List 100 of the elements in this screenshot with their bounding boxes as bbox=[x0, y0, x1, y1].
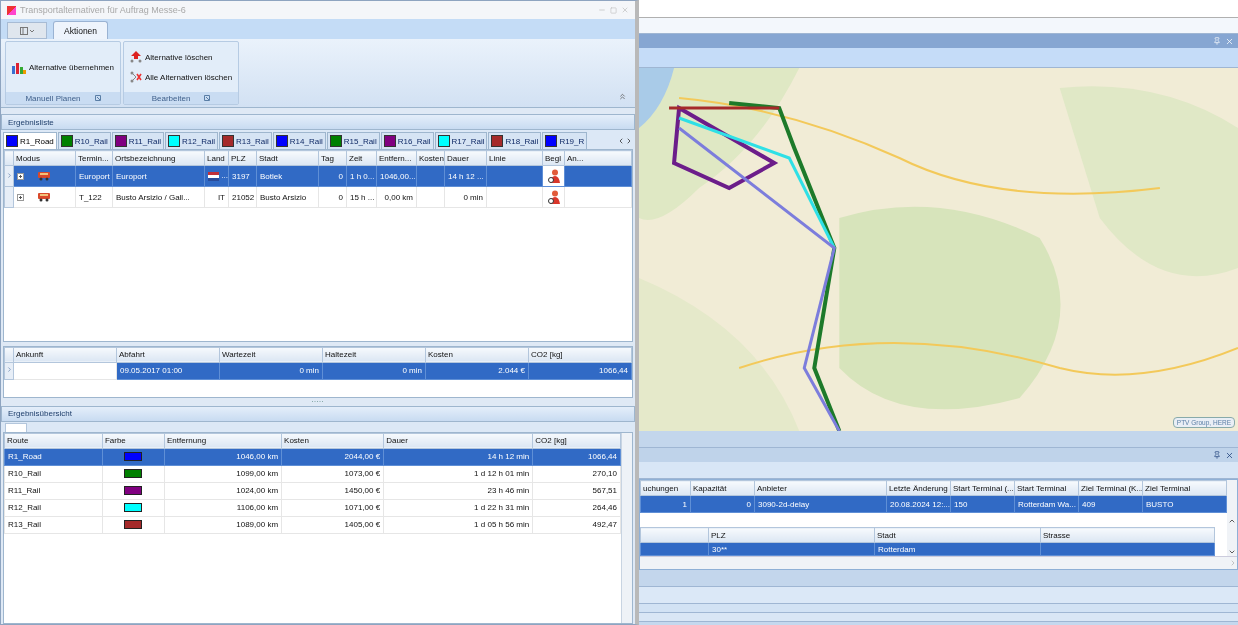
column-header[interactable]: Haltezeit bbox=[322, 347, 426, 362]
table-row[interactable]: R11_Rail 1024,00 km 1450,00 € 23 h 46 min 567,51 bbox=[4, 482, 621, 499]
ribbon-button[interactable]: Alternative übernehmen bbox=[10, 50, 116, 84]
quick-access-button[interactable] bbox=[7, 22, 47, 39]
column-header[interactable]: Modus bbox=[13, 150, 76, 166]
route-tab[interactable]: R18_Rail bbox=[488, 132, 542, 149]
group-label: Bearbeiten bbox=[151, 93, 191, 103]
close-icon[interactable] bbox=[1225, 36, 1234, 46]
column-header[interactable]: Stadt bbox=[874, 527, 1041, 543]
column-header[interactable]: Ortsbezeichnung bbox=[112, 150, 205, 166]
route-tab[interactable]: R12_Rail bbox=[165, 132, 218, 149]
column-header[interactable]: Wartezeit bbox=[219, 347, 323, 362]
tab-label: R12_Rail bbox=[182, 136, 215, 146]
tab-label: R10_Rail bbox=[74, 136, 108, 146]
window-title: Transportalternativen für Auftrag Messe-6 bbox=[20, 5, 187, 15]
column-header[interactable]: Ankunft bbox=[13, 347, 117, 362]
table-row[interactable]: 1 0 3090-2d-delay 20.08.2024 12:... 150 Rotterdam Wa... 409 BUSTO bbox=[640, 495, 1227, 513]
scroll-down-icon[interactable] bbox=[1228, 548, 1236, 556]
ribbon-button[interactable]: Alternative löschen bbox=[127, 50, 235, 64]
app-icon bbox=[7, 5, 16, 15]
scroll-up-icon[interactable] bbox=[1228, 517, 1236, 525]
route-tab[interactable]: R10_Rail bbox=[57, 132, 111, 149]
table-row[interactable]: 09.05.2017 01:00 0 min 0 min 2.044 € 1066,44 bbox=[4, 362, 632, 379]
column-header[interactable]: PLZ bbox=[708, 527, 875, 543]
tab-label: R18_Rail bbox=[505, 136, 539, 146]
splitter-grip-icon[interactable] bbox=[311, 400, 325, 403]
route-tab[interactable]: R19_R bbox=[542, 132, 588, 149]
route-tab[interactable]: R17_Rail bbox=[434, 132, 488, 149]
column-header[interactable]: Abfahrt bbox=[116, 347, 220, 362]
scrollbar[interactable] bbox=[621, 432, 632, 623]
table-row[interactable]: R13_Rail 1089,00 km 1405,00 € 1 d 05 h 56 min 492,47 bbox=[4, 516, 621, 533]
column-header[interactable]: Dauer bbox=[383, 433, 533, 448]
column-header[interactable]: Tag bbox=[318, 150, 347, 166]
tab-label: R19_R bbox=[559, 136, 585, 146]
table-row[interactable]: R12_Rail 1106,00 km 1071,00 € 1 d 22 h 31 min 264,46 bbox=[4, 499, 621, 516]
scrollbar[interactable] bbox=[1227, 480, 1237, 556]
ribbon-tab[interactable]: Aktionen bbox=[53, 21, 109, 39]
expand-icon[interactable] bbox=[17, 193, 24, 201]
column-header[interactable]: Kosten bbox=[281, 433, 384, 448]
column-header[interactable]: CO2 [kg] bbox=[532, 433, 621, 448]
scrollbar[interactable] bbox=[640, 556, 1237, 569]
person-icon bbox=[546, 169, 561, 183]
column-header[interactable]: Ziel Terminal (K... bbox=[1078, 480, 1143, 496]
column-header[interactable]: Stadt bbox=[256, 150, 319, 166]
table-row[interactable]: Europort Europort ... 3197 Botlek 0 1 h 0... 1046,00... 14 h 12 ... bbox=[4, 165, 632, 187]
country-text: ... bbox=[220, 171, 228, 181]
column-header[interactable]: Dauer bbox=[444, 150, 487, 166]
column-header[interactable]: Anbieter bbox=[754, 480, 887, 496]
column-header[interactable]: Farbe bbox=[102, 433, 165, 448]
route-tab[interactable]: R16_Rail bbox=[380, 132, 434, 149]
pin-icon[interactable] bbox=[1213, 37, 1221, 45]
maximize-icon[interactable] bbox=[610, 6, 617, 14]
route-tab[interactable]: R13_Rail bbox=[218, 132, 272, 149]
column-header[interactable]: Letzte Änderung bbox=[886, 480, 951, 496]
column-header[interactable]: Kosten bbox=[416, 150, 445, 166]
table-row[interactable]: R1_Road 1046,00 km 2044,00 € 14 h 12 min 1066,44 bbox=[4, 448, 621, 465]
row-indicator-icon bbox=[5, 366, 13, 373]
route-tab[interactable]: R14_Rail bbox=[272, 132, 326, 149]
expand-icon[interactable] bbox=[17, 172, 24, 180]
dialog-launcher-icon[interactable] bbox=[94, 95, 101, 101]
tab[interactable] bbox=[5, 422, 27, 432]
tab-label: R15_Rail bbox=[343, 136, 377, 146]
close-icon[interactable] bbox=[1225, 450, 1234, 460]
flag-icon bbox=[208, 171, 219, 181]
table-row[interactable]: T_122 Busto Arsizio / Gall... IT 21052 Busto Arsizio 0 15 h ... 0,00 km 0 min bbox=[4, 186, 632, 208]
column-header[interactable]: Entfernung bbox=[164, 433, 282, 448]
panel-icon bbox=[20, 26, 34, 35]
column-header[interactable]: An... bbox=[564, 150, 632, 166]
collapse-icon[interactable] bbox=[618, 92, 627, 101]
column-header[interactable]: uchungen bbox=[640, 480, 691, 496]
column-header[interactable]: PLZ bbox=[228, 150, 257, 166]
column-header[interactable]: Start Terminal bbox=[1014, 480, 1079, 496]
route-tab[interactable]: R11_Rail bbox=[111, 132, 165, 149]
dialog-launcher-icon[interactable] bbox=[204, 95, 211, 101]
table-row[interactable]: 30** Rotterdam bbox=[640, 542, 1215, 556]
panel-title: Ergebnisliste bbox=[8, 117, 54, 127]
delete-icon bbox=[129, 51, 142, 63]
route-tab[interactable]: R1_Road bbox=[3, 132, 57, 149]
column-header[interactable]: Ziel Terminal bbox=[1142, 480, 1227, 496]
scroll-right-icon[interactable] bbox=[625, 137, 633, 145]
column-header[interactable]: Strasse bbox=[1040, 527, 1215, 543]
column-header[interactable]: Start Terminal (... bbox=[950, 480, 1015, 496]
column-header[interactable]: Linie bbox=[486, 150, 543, 166]
column-header[interactable]: Begl bbox=[542, 150, 565, 166]
column-header[interactable]: Kapazität bbox=[690, 480, 755, 496]
column-header[interactable]: Kosten bbox=[425, 347, 529, 362]
row-indicator-icon bbox=[5, 171, 13, 179]
tab-label: R14_Rail bbox=[289, 136, 323, 146]
route-tab[interactable]: R15_Rail bbox=[326, 132, 380, 149]
column-header[interactable]: Entfern... bbox=[376, 150, 417, 166]
column-header[interactable]: Land bbox=[204, 150, 229, 166]
table-row[interactable]: R10_Rail 1099,00 km 1073,00 € 1 d 12 h 01 min 270,10 bbox=[4, 465, 621, 482]
ribbon-button[interactable]: Alle Alternativen löschen bbox=[127, 70, 235, 84]
column-header[interactable]: Termin... bbox=[75, 150, 113, 166]
column-header[interactable]: Zeit bbox=[346, 150, 377, 166]
column-header[interactable]: CO2 [kg] bbox=[528, 347, 632, 362]
column-header[interactable]: Route bbox=[4, 433, 103, 448]
pin-icon[interactable] bbox=[1213, 451, 1221, 459]
person-icon bbox=[546, 190, 561, 204]
scroll-left-icon[interactable] bbox=[617, 137, 625, 145]
